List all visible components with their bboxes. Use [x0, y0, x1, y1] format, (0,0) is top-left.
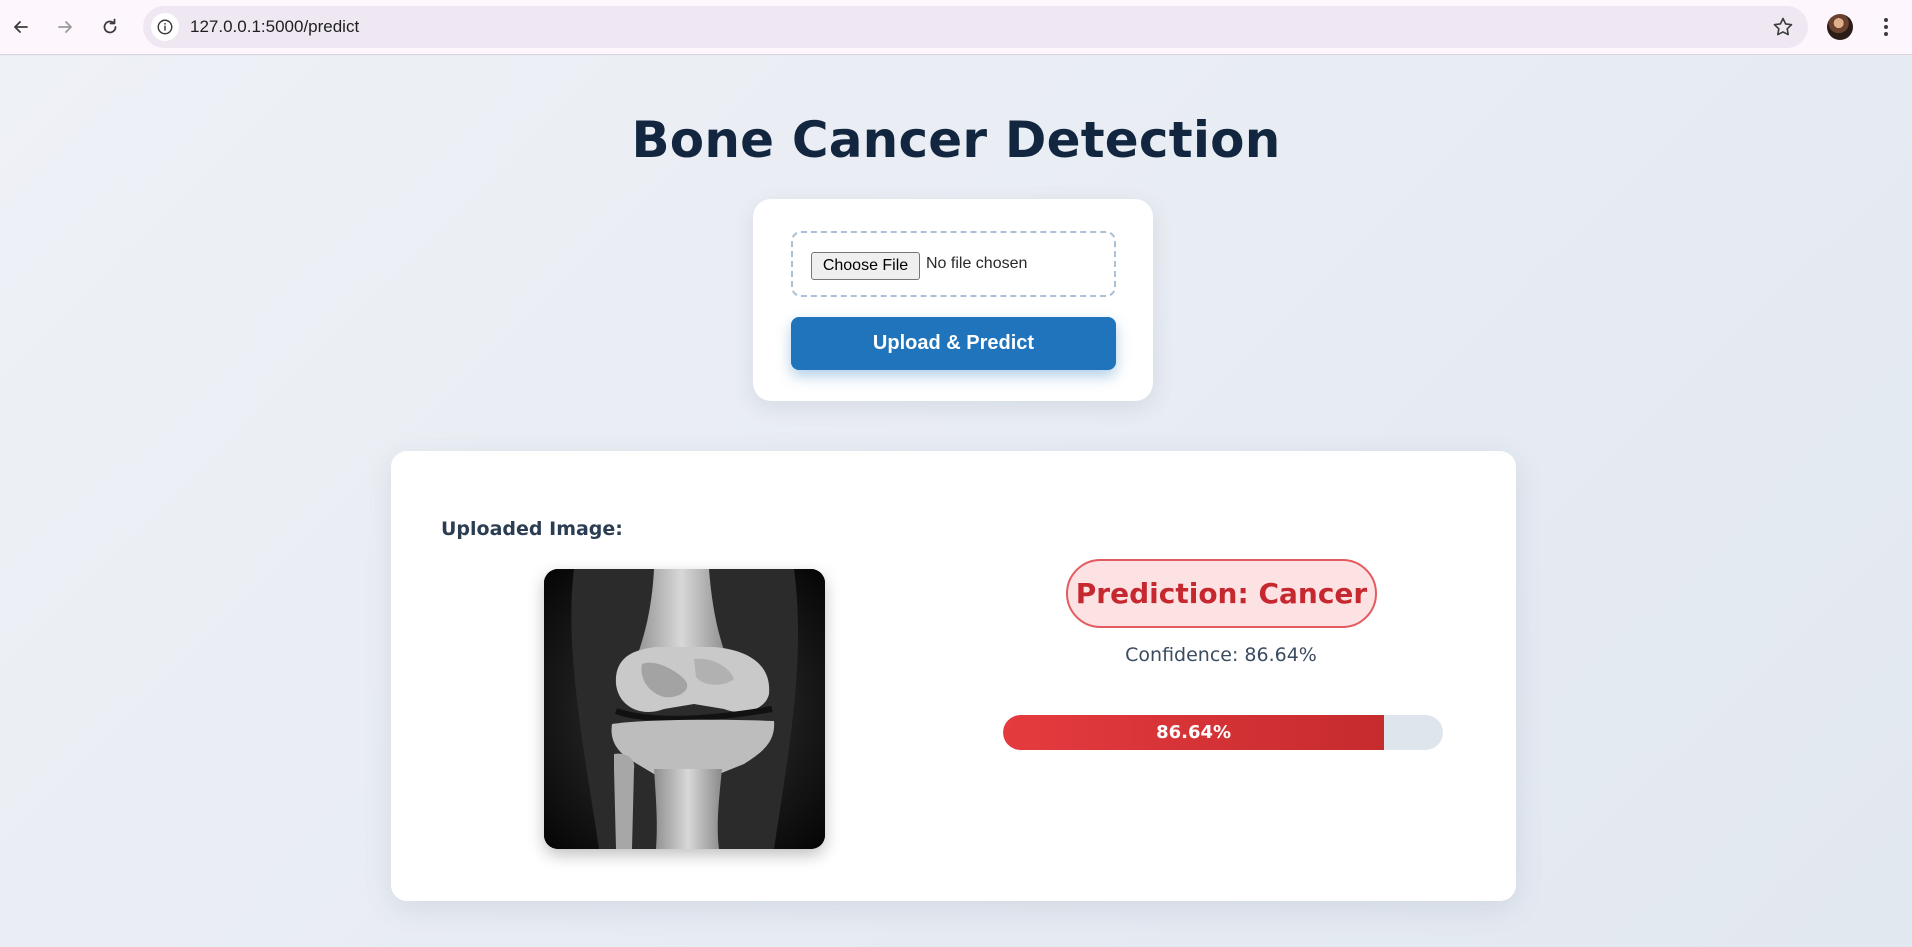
bookmark-star-icon[interactable] [1772, 16, 1794, 38]
url-text[interactable]: 127.0.0.1:5000/predict [190, 17, 359, 37]
address-bar[interactable]: 127.0.0.1:5000/predict [143, 6, 1808, 48]
confidence-bar-fill: 86.64% [1003, 715, 1385, 750]
confidence-bar: 86.64% [1003, 715, 1443, 750]
site-info-icon[interactable] [151, 13, 179, 41]
browser-toolbar: 127.0.0.1:5000/predict [0, 0, 1912, 55]
menu-kebab-icon[interactable] [1876, 14, 1896, 40]
back-arrow-icon[interactable] [6, 12, 36, 42]
prediction-badge: Prediction: Cancer [1066, 559, 1377, 628]
file-status-text: No file chosen [926, 255, 1028, 272]
choose-file-button[interactable]: Choose File [811, 252, 920, 280]
reload-icon[interactable] [95, 12, 125, 42]
profile-avatar[interactable] [1827, 14, 1853, 40]
page-title: Bone Cancer Detection [631, 111, 1281, 169]
upload-card: Choose File No file chosen Upload & Pred… [753, 199, 1153, 401]
upload-predict-button[interactable]: Upload & Predict [791, 317, 1116, 370]
uploaded-xray-image [544, 569, 825, 849]
result-card: Uploaded Image: Prediction: Cancer Confi… [391, 451, 1516, 901]
uploaded-image-label: Uploaded Image: [441, 518, 623, 540]
confidence-text: Confidence: 86.64% [1125, 644, 1317, 666]
file-input-zone[interactable]: Choose File No file chosen [791, 231, 1116, 297]
page-content: Bone Cancer Detection Choose File No fil… [0, 56, 1912, 947]
forward-arrow-icon[interactable] [50, 12, 80, 42]
